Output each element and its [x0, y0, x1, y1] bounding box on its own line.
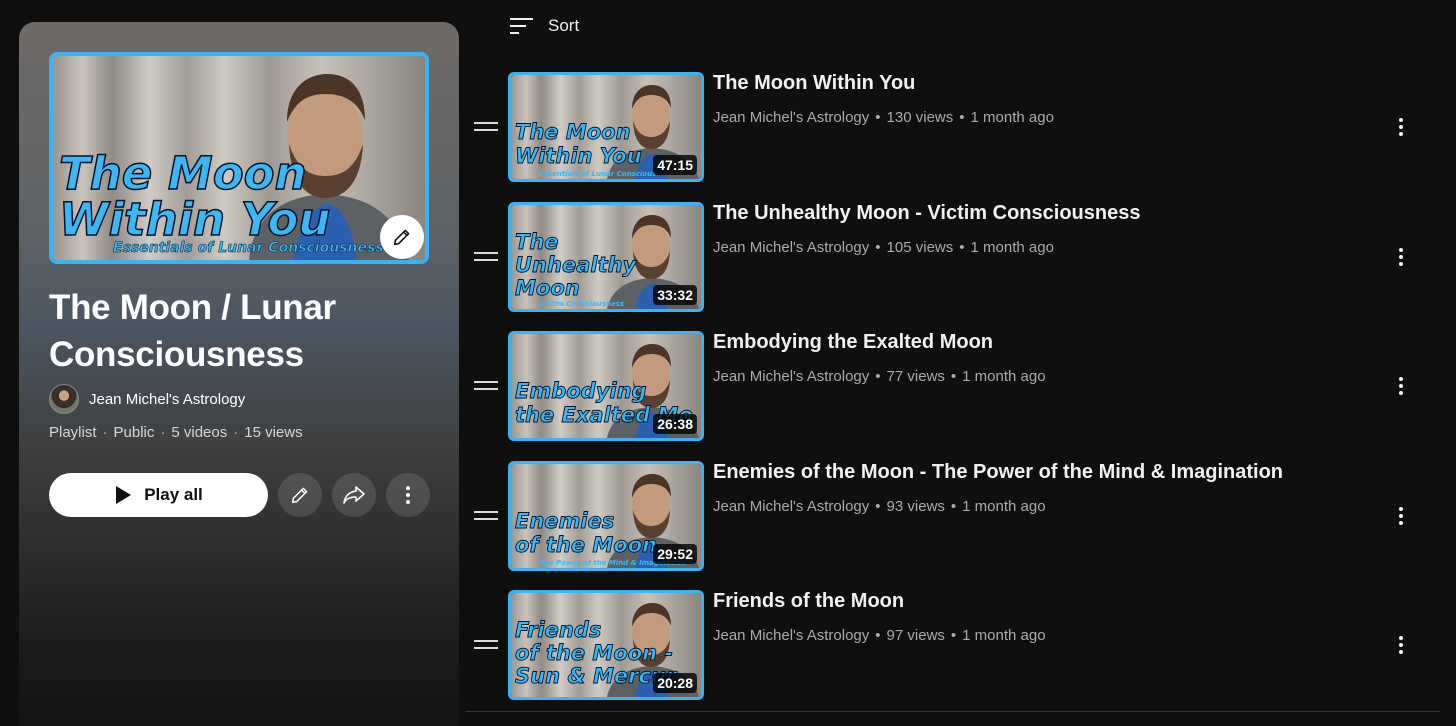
video-more-button[interactable]: [1386, 112, 1416, 142]
video-duration: 20:28: [653, 673, 697, 693]
share-icon: [343, 486, 365, 504]
thumb-line: The: [515, 230, 559, 254]
more-vert-icon: [406, 486, 410, 504]
video-meta: Jean Michel's Astrology • 130 views • 1 mo…: [713, 109, 1054, 126]
more-vert-icon: [1399, 118, 1403, 136]
more-vert-icon: [1399, 507, 1403, 525]
sort-button[interactable]: Sort: [510, 12, 579, 40]
playlist-thumbnail-image: The Moon Within You Essentials of Lunar …: [53, 56, 425, 260]
upload-age: 1 month ago: [962, 368, 1046, 385]
drag-handle[interactable]: [474, 252, 498, 262]
video-thumbnail[interactable]: Friends of the Moon - Sun & Mercur 20:28: [508, 590, 704, 700]
video-title[interactable]: The Moon Within You: [713, 72, 915, 95]
drag-handle[interactable]: [474, 511, 498, 521]
playlist-header-panel: The Moon Within You Essentials of Lunar …: [19, 22, 459, 726]
drag-handle[interactable]: [474, 640, 498, 650]
video-meta: Jean Michel's Astrology • 93 views • 1 mon…: [713, 498, 1046, 515]
owner-name[interactable]: Jean Michel's Astrology: [89, 391, 245, 408]
thumb-line: Within You: [59, 193, 330, 246]
thumb-line: The Moon: [515, 120, 631, 144]
more-vert-icon: [1399, 636, 1403, 654]
playlist-thumbnail[interactable]: The Moon Within You Essentials of Lunar …: [49, 52, 429, 264]
video-more-button[interactable]: [1386, 242, 1416, 272]
video-title[interactable]: Embodying the Exalted Moon: [713, 331, 993, 354]
thumb-line: Enemies: [515, 509, 614, 533]
channel-name[interactable]: Jean Michel's Astrology: [713, 239, 869, 256]
view-count: 77 views: [886, 368, 945, 385]
video-title[interactable]: Enemies of the Moon - The Power of the M…: [713, 461, 1283, 484]
playlist-owner[interactable]: Jean Michel's Astrology: [49, 384, 245, 414]
video-duration: 33:32: [653, 285, 697, 305]
video-duration: 47:15: [653, 155, 697, 175]
video-title[interactable]: The Unhealthy Moon - Victim Consciousnes…: [713, 202, 1140, 225]
playlist-video-row[interactable]: The Unhealthy Moon Victim Consciousness 33:…: [470, 202, 1440, 314]
video-more-button[interactable]: [1386, 371, 1416, 401]
upload-age: 1 month ago: [962, 627, 1046, 644]
video-thumbnail[interactable]: Embodying the Exalted Mo 26:38: [508, 331, 704, 441]
meta-video-count: 5 videos: [171, 424, 228, 441]
playlist-video-row[interactable]: Embodying the Exalted Mo 26:38 Embodying …: [470, 331, 1440, 443]
thumb-line: of the Moon: [515, 533, 657, 557]
video-meta: Jean Michel's Astrology • 97 views • 1 mon…: [713, 627, 1046, 644]
edit-playlist-button[interactable]: [278, 473, 322, 517]
playlist-video-row[interactable]: Friends of the Moon - Sun & Mercur 20:28 F…: [470, 590, 1440, 702]
video-duration: 26:38: [653, 414, 697, 434]
video-meta: Jean Michel's Astrology • 77 views • 1 mon…: [713, 368, 1046, 385]
thumb-caption: Essentials of Lunar Conscious: [539, 170, 656, 178]
channel-name[interactable]: Jean Michel's Astrology: [713, 109, 869, 126]
channel-name[interactable]: Jean Michel's Astrology: [713, 498, 869, 515]
video-title[interactable]: Friends of the Moon: [713, 590, 904, 613]
meta-privacy: Public: [113, 424, 155, 441]
thumb-caption: Victim Consciousness: [539, 300, 624, 308]
meta-views: 15 views: [244, 424, 303, 441]
sort-label: Sort: [548, 16, 580, 35]
thumb-subtitle: Essentials of Lunar Consciousness: [113, 240, 384, 256]
playlist-video-row[interactable]: The Moon Within You Essentials of Lunar Co…: [470, 72, 1440, 184]
playlist-title: The Moon / Lunar Consciousness: [49, 288, 336, 374]
drag-handle[interactable]: [474, 122, 498, 132]
playlist-meta: Playlist · Public · 5 videos · 15 views: [49, 424, 303, 441]
more-actions-button[interactable]: [386, 473, 430, 517]
video-thumbnail[interactable]: The Unhealthy Moon Victim Consciousness 33:…: [508, 202, 704, 312]
upload-age: 1 month ago: [970, 109, 1054, 126]
thumb-line: Embodying: [515, 379, 647, 403]
play-all-label: Play all: [144, 485, 203, 504]
view-count: 93 views: [886, 498, 945, 515]
video-thumbnail[interactable]: Enemies of the Moon The Power of the Mind …: [508, 461, 704, 571]
video-more-button[interactable]: [1386, 630, 1416, 660]
thumb-line: Moon: [515, 276, 580, 300]
video-more-button[interactable]: [1386, 501, 1416, 531]
edit-thumbnail-button[interactable]: [380, 215, 424, 259]
play-all-button[interactable]: Play all: [49, 473, 268, 517]
video-meta: Jean Michel's Astrology • 105 views • 1 mo…: [713, 239, 1054, 256]
drag-handle[interactable]: [474, 381, 498, 391]
upload-age: 1 month ago: [962, 498, 1046, 515]
channel-name[interactable]: Jean Michel's Astrology: [713, 368, 869, 385]
view-count: 105 views: [886, 239, 954, 256]
thumb-line: Friends: [515, 618, 601, 642]
upload-age: 1 month ago: [970, 239, 1054, 256]
channel-name[interactable]: Jean Michel's Astrology: [713, 627, 869, 644]
pencil-icon: [291, 487, 308, 504]
sort-icon: [510, 18, 533, 34]
thumb-line: Within You: [515, 144, 642, 168]
share-button[interactable]: [332, 473, 376, 517]
view-count: 97 views: [886, 627, 945, 644]
video-thumbnail[interactable]: The Moon Within You Essentials of Lunar Co…: [508, 72, 704, 182]
more-vert-icon: [1399, 248, 1403, 266]
video-duration: 29:52: [653, 544, 697, 564]
play-icon: [116, 486, 132, 504]
view-count: 130 views: [886, 109, 954, 126]
playlist-video-row[interactable]: Enemies of the Moon The Power of the Mind …: [470, 461, 1440, 573]
pencil-icon: [393, 229, 410, 246]
thumb-line: of the Moon -: [515, 641, 673, 665]
more-vert-icon: [1399, 377, 1403, 395]
meta-type: Playlist: [49, 424, 97, 441]
avatar[interactable]: [49, 384, 79, 414]
list-divider: [465, 711, 1440, 712]
thumb-line: Unhealthy: [515, 253, 638, 277]
